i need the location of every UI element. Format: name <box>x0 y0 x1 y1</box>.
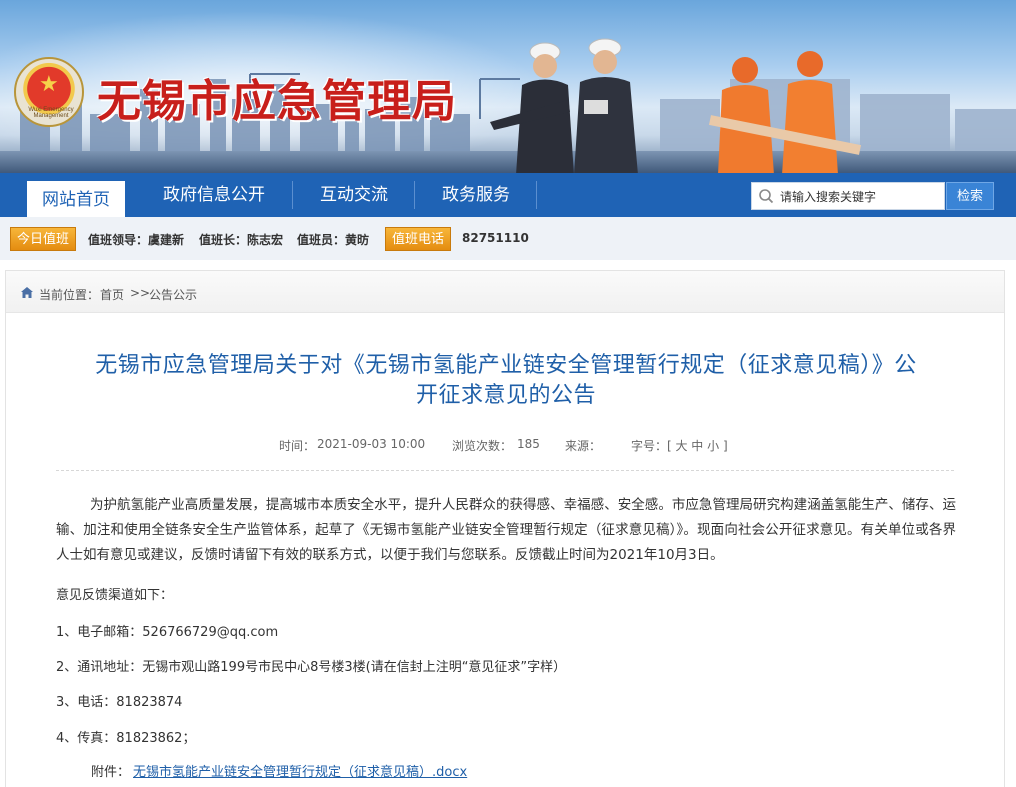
nav-government-services[interactable]: 政务服务 <box>415 173 537 217</box>
duty-staff: 值班员：黄昉 <box>297 233 370 247</box>
article-title: 无锡市应急管理局关于对《无锡市氢能产业链安全管理暂行规定（征求意见稿）》公 开征… <box>46 351 966 411</box>
meta-time-label: 时间： <box>279 439 316 453</box>
duty-phone-badge: 值班电话 <box>385 227 452 251</box>
channel-email: 1、电子邮箱：526766729@qq.com <box>56 625 279 640</box>
duty-chief: 值班长：陈志宏 <box>199 233 284 247</box>
channel-phone: 3、电话：81823874 <box>56 695 183 710</box>
title-divider <box>56 470 954 471</box>
channel-address: 2、通讯地址：无锡市观山路199号市民中心8号楼3楼(请在信封上注明“意见征求”… <box>56 660 567 675</box>
breadcrumb-current-link[interactable]: 公告公示 <box>149 286 197 303</box>
meta-views: 185 <box>517 437 540 451</box>
search-box <box>751 182 945 210</box>
meta-time: 2021-09-03 10:00 <box>317 437 426 451</box>
rescue-workers-illustration <box>709 51 861 173</box>
article-intro: 为护航氢能产业高质量发展，提高城市本质安全水平，提升人民群众的获得感、幸福感、安… <box>56 497 956 563</box>
breadcrumb: 当前位置： 首页 >> 公告公示 <box>6 271 1004 313</box>
officers-illustration <box>490 38 638 173</box>
article-title-line2: 开征求意见的公告 <box>415 383 596 408</box>
meta-font-label: 字号： <box>631 439 668 453</box>
attachment-link[interactable]: 无锡市氢能产业链安全管理暂行规定（征求意见稿）.docx <box>133 761 467 780</box>
meta-views-label: 浏览次数： <box>452 439 513 453</box>
emergency-management-emblem-logo: ★ Wuxi Emergency Management <box>14 57 84 127</box>
home-icon <box>21 287 33 298</box>
today-duty-badge: 今日值班 <box>10 227 77 251</box>
nav-government-info[interactable]: 政府信息公开 <box>135 173 293 217</box>
site-title: 无锡市应急管理局 <box>97 76 457 127</box>
channel-fax: 4、传真：81823862； <box>56 731 196 746</box>
meta-source-label: 来源： <box>565 439 602 453</box>
nav-home[interactable]: 网站首页 <box>27 179 125 217</box>
channels-heading: 意见反馈渠道如下： <box>56 588 174 603</box>
duty-leader: 值班领导：虞建新 <box>88 233 185 247</box>
site-banner: ★ Wuxi Emergency Management 无锡市应急管理局 <box>0 0 1016 173</box>
duty-bar: 今日值班 值班领导：虞建新 值班长：陈志宏 值班员：黄昉 值班电话 827511… <box>0 217 1016 260</box>
breadcrumb-home-link[interactable]: 首页 <box>100 286 124 303</box>
emblem-caption: Wuxi Emergency Management <box>28 107 74 119</box>
article-title-line1: 无锡市应急管理局关于对《无锡市氢能产业链安全管理暂行规定（征求意见稿）》公 <box>95 353 917 378</box>
content-panel: 当前位置： 首页 >> 公告公示 无锡市应急管理局关于对《无锡市氢能产业链安全管… <box>5 270 1005 787</box>
breadcrumb-prefix: 当前位置： <box>39 288 100 302</box>
breadcrumb-separator: >> <box>130 286 151 300</box>
duty-phone: 82751110 <box>462 231 529 245</box>
search-button[interactable]: 检索 <box>946 182 994 210</box>
search-input[interactable] <box>780 187 940 207</box>
attachment-label: 附件： <box>91 765 131 780</box>
search-icon <box>759 189 774 204</box>
nav-interaction[interactable]: 互动交流 <box>293 173 415 217</box>
font-size-switcher[interactable]: [ 大 中 小 ] <box>667 437 728 454</box>
